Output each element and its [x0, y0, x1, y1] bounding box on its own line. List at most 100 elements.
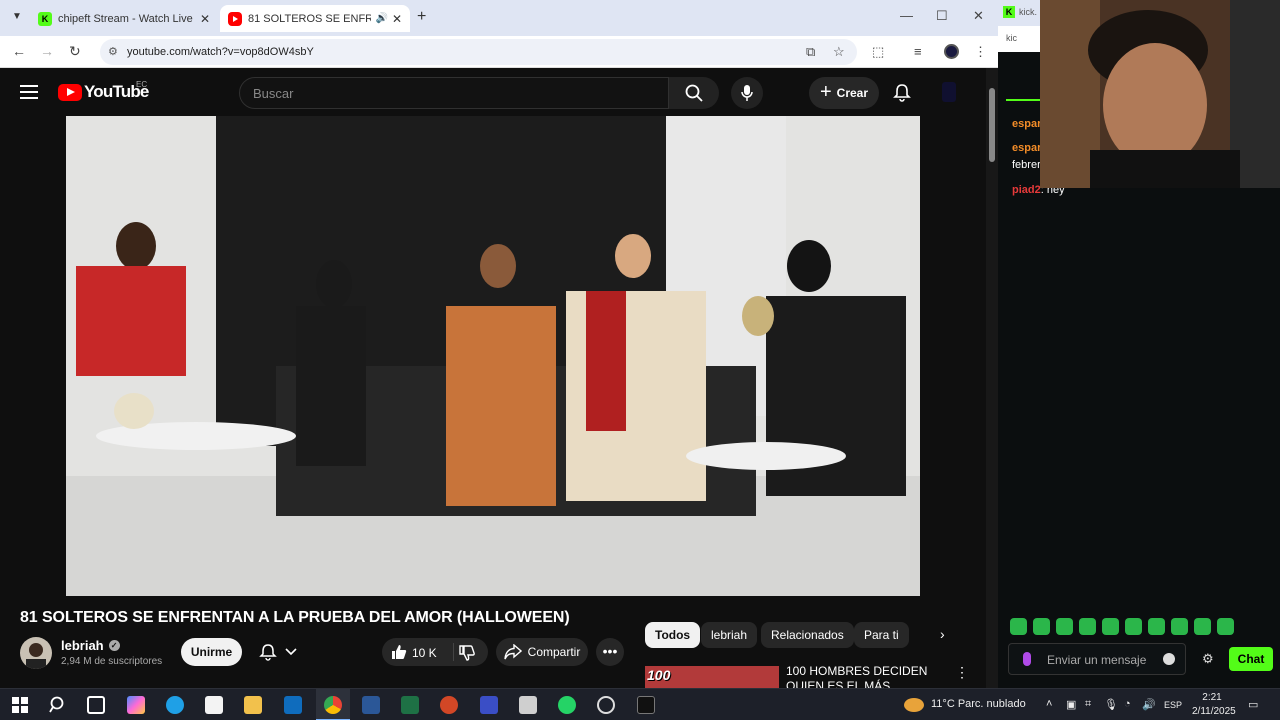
- notifications-bell-icon[interactable]: [893, 83, 911, 107]
- chevron-right-icon[interactable]: ›: [940, 626, 945, 642]
- extensions-icon[interactable]: ⬚: [872, 44, 884, 60]
- close-icon[interactable]: ✕: [200, 12, 210, 26]
- youtube-logo[interactable]: YouTube EC: [58, 80, 149, 102]
- windows-start-icon[interactable]: [11, 696, 29, 714]
- like-icon[interactable]: [390, 643, 408, 661]
- tab-search-button[interactable]: ▼: [8, 8, 26, 26]
- copilot-icon[interactable]: [127, 696, 145, 714]
- emoji-icon[interactable]: [1163, 653, 1175, 665]
- search-input[interactable]: Buscar: [239, 77, 669, 109]
- notification-center-icon[interactable]: ▭: [1248, 698, 1258, 711]
- page-scrollbar[interactable]: [986, 68, 998, 688]
- back-icon[interactable]: ←: [12, 43, 26, 59]
- recommended-thumbnail[interactable]: 100: [645, 666, 779, 688]
- app-icon[interactable]: [480, 696, 498, 714]
- profile-avatar[interactable]: [944, 44, 959, 59]
- tray-icon[interactable]: ▣: [1066, 698, 1076, 711]
- menu-icon[interactable]: ⋮: [974, 44, 987, 60]
- emote-icon[interactable]: [1217, 618, 1234, 635]
- powerpoint-icon[interactable]: [440, 696, 458, 714]
- chat-message-input[interactable]: Enviar un mensaje: [1008, 643, 1186, 675]
- forward-icon[interactable]: →: [40, 43, 54, 59]
- close-window-icon[interactable]: ✕: [973, 8, 984, 24]
- microphone-icon[interactable]: 🎙: [1104, 698, 1118, 711]
- volume-icon[interactable]: 🔊: [1142, 698, 1156, 711]
- chip-todos[interactable]: Todos: [645, 622, 701, 648]
- search-icon[interactable]: [49, 696, 67, 714]
- create-button[interactable]: + Crear: [809, 77, 879, 109]
- emote-icon[interactable]: [1033, 618, 1050, 635]
- chip-para-ti[interactable]: Para ti: [854, 622, 909, 648]
- emote-icon[interactable]: [1171, 618, 1188, 635]
- dislike-icon[interactable]: [458, 644, 476, 662]
- url-field[interactable]: ⚙ youtube.com/watch?v=vop8dOW4sbY ⧉ ☆: [100, 39, 857, 65]
- outlook-icon[interactable]: [284, 696, 302, 714]
- emote-icon[interactable]: [1010, 618, 1027, 635]
- site-info-icon[interactable]: ⚙: [108, 45, 118, 58]
- weather-text[interactable]: 11°C Parc. nublado: [931, 698, 1026, 710]
- close-icon[interactable]: ✕: [392, 12, 402, 26]
- channel-avatar[interactable]: [20, 637, 52, 669]
- wifi-icon[interactable]: ◔: [1124, 698, 1131, 710]
- clock[interactable]: 2:21 2/11/2025: [1192, 691, 1236, 719]
- bookmark-star-icon[interactable]: ☆: [833, 44, 845, 60]
- tray-icon[interactable]: ⌗: [1085, 698, 1091, 711]
- youtube-play-icon: [58, 83, 82, 101]
- chat-message: espar: [1012, 118, 1041, 130]
- scrollbar-thumb[interactable]: [989, 88, 995, 162]
- recommended-title[interactable]: 100 HOMBRES DECIDEN QUIEN ES EL MÁS ATRA…: [786, 664, 948, 688]
- url-text: youtube.com/watch?v=vop8dOW4sbY: [127, 46, 314, 58]
- emote-icon[interactable]: [1102, 618, 1119, 635]
- more-actions-button[interactable]: •••: [596, 638, 624, 666]
- chip-relacionados[interactable]: Relacionados: [761, 622, 854, 648]
- minimize-icon[interactable]: —: [900, 8, 913, 23]
- whatsapp-icon[interactable]: [558, 696, 576, 714]
- app-icon[interactable]: [519, 696, 537, 714]
- gear-icon[interactable]: ⚙: [1202, 651, 1214, 667]
- new-tab-button[interactable]: +: [417, 8, 426, 26]
- kick-address-bar[interactable]: kic: [998, 26, 1042, 52]
- kick-browser-tab[interactable]: K kick.: [998, 0, 1042, 26]
- recommended-more-icon[interactable]: ⋮: [955, 664, 969, 681]
- file-explorer-icon[interactable]: [244, 696, 262, 714]
- media-controls-icon[interactable]: ≡: [914, 44, 922, 59]
- search-button[interactable]: [669, 77, 719, 109]
- video-player[interactable]: [66, 116, 920, 596]
- chrome-icon[interactable]: [324, 696, 342, 714]
- tab-youtube[interactable]: 81 SOLTEROS SE ENFRENTA 🔊 ✕: [220, 5, 410, 32]
- edge-icon[interactable]: [166, 696, 184, 714]
- youtube-icon: [228, 11, 242, 26]
- chat-send-button[interactable]: Chat: [1229, 647, 1273, 671]
- maximize-icon[interactable]: ☐: [936, 8, 948, 24]
- weather-icon[interactable]: [904, 698, 924, 712]
- emote-icon[interactable]: [1079, 618, 1096, 635]
- share-button[interactable]: Compartir: [496, 638, 588, 666]
- channel-name-row[interactable]: lebriah ✓: [61, 638, 120, 653]
- reload-icon[interactable]: ↻: [69, 43, 81, 60]
- word-icon[interactable]: [362, 696, 380, 714]
- microphone-icon[interactable]: [1023, 652, 1031, 666]
- chip-lebriah[interactable]: lebriah: [701, 622, 758, 648]
- store-icon[interactable]: [205, 696, 223, 714]
- search-icon: [685, 84, 703, 102]
- stream-panel: K kick. kic espar espar febrer piad2: he…: [998, 0, 1280, 688]
- join-button[interactable]: Unirme: [181, 638, 242, 666]
- emote-icon[interactable]: [1125, 618, 1142, 635]
- epic-games-icon[interactable]: [637, 696, 655, 714]
- emote-icon[interactable]: [1148, 618, 1165, 635]
- voice-search-button[interactable]: [731, 77, 763, 109]
- task-view-icon[interactable]: [87, 696, 105, 714]
- hamburger-menu-icon[interactable]: [20, 85, 38, 99]
- region-code: EC: [136, 80, 148, 89]
- language-indicator[interactable]: ESP: [1164, 700, 1182, 710]
- app-icon[interactable]: [597, 696, 615, 714]
- excel-icon[interactable]: [401, 696, 419, 714]
- cast-icon[interactable]: ⧉: [806, 44, 815, 60]
- chevron-up-icon[interactable]: ˄: [1046, 698, 1052, 710]
- speaker-icon[interactable]: 🔊: [375, 13, 387, 24]
- account-avatar[interactable]: [942, 82, 956, 102]
- emote-icon[interactable]: [1194, 618, 1211, 635]
- notification-settings-button[interactable]: [249, 638, 307, 666]
- tab-kick[interactable]: K chipeft Stream - Watch Live on ✕: [30, 5, 218, 32]
- emote-icon[interactable]: [1056, 618, 1073, 635]
